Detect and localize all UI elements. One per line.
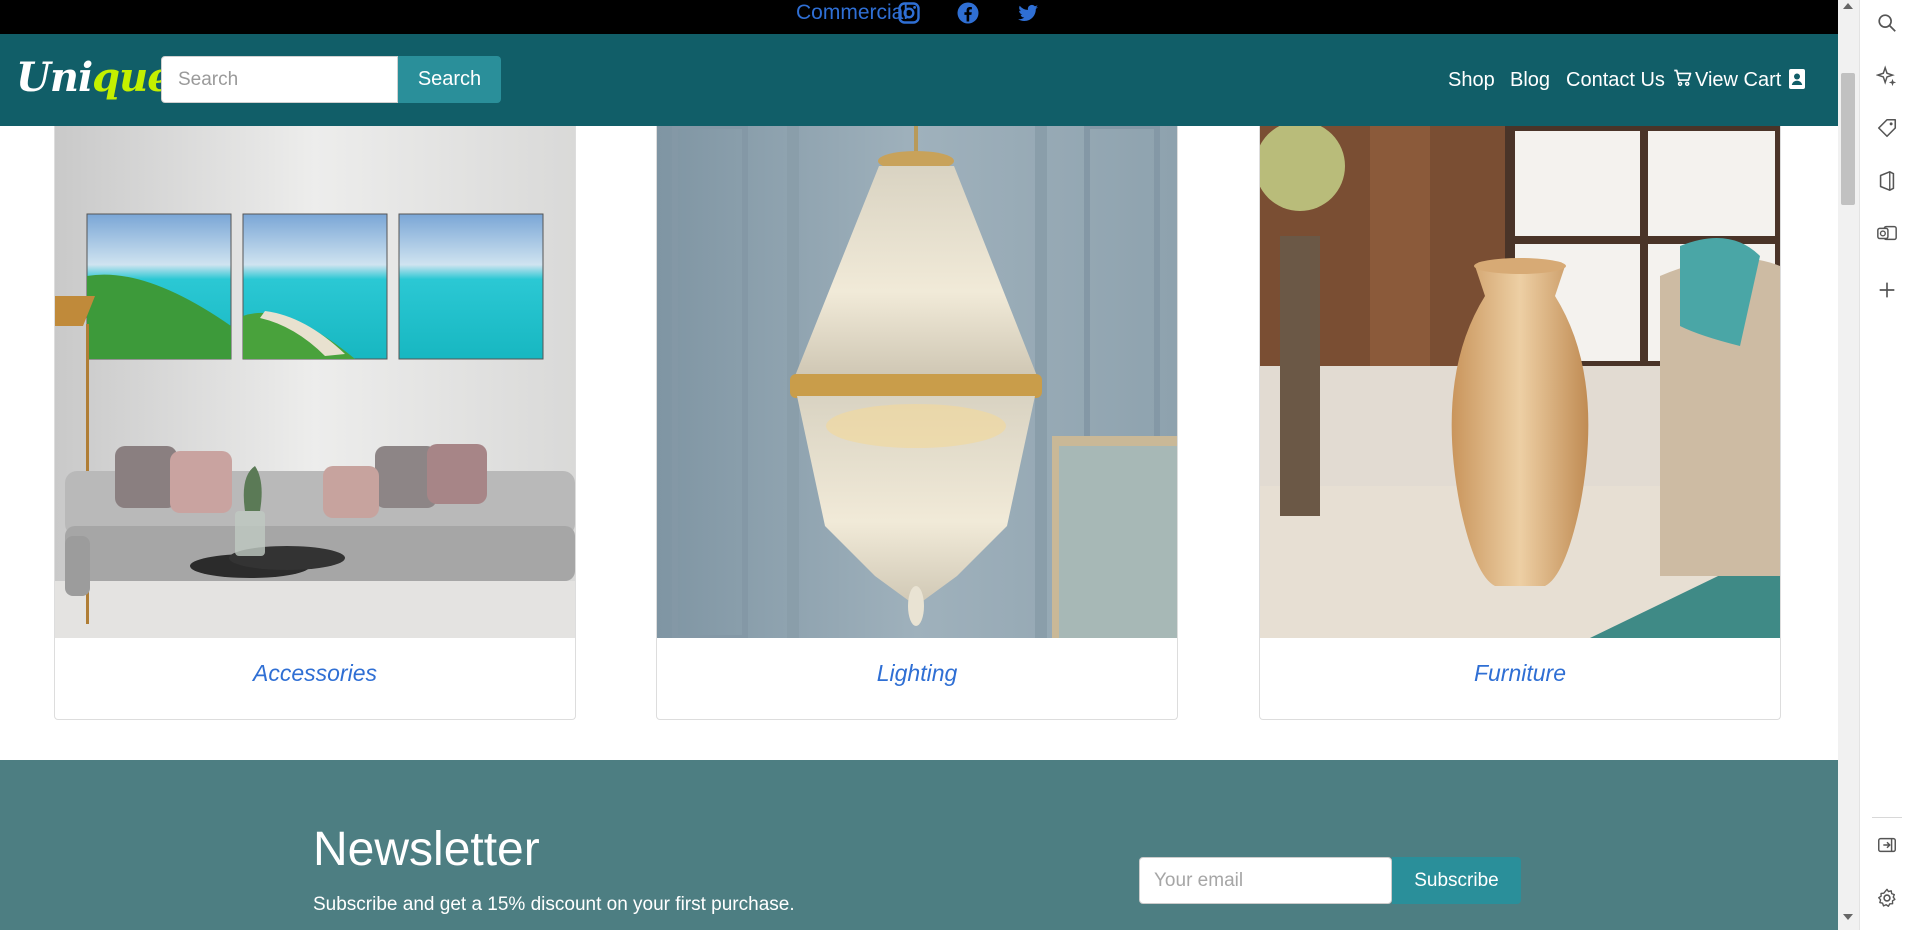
page-scrollbar[interactable] [1838,0,1859,930]
search-button[interactable]: Search [398,56,501,103]
scroll-down-arrow-icon[interactable] [1843,914,1853,920]
nav-contact-us[interactable]: Contact Us [1566,34,1665,126]
sidebar-toggle-icon[interactable] [1876,834,1898,856]
top-social-bar: Commercial [0,0,1838,34]
category-card-accessories[interactable]: Accessories [54,126,576,720]
newsletter-section: Newsletter Subscribe and get a 15% disco… [0,760,1838,930]
scroll-thumb[interactable] [1841,73,1855,205]
nav-view-cart[interactable]: View Cart [1673,34,1781,126]
crystal-chandelier-image[interactable] [657,126,1177,638]
search-input[interactable] [161,56,398,103]
facebook-icon[interactable] [955,1,981,25]
site-logo[interactable]: Unique. [16,54,186,101]
twitter-icon[interactable] [1015,1,1041,25]
living-room-wall-art-image[interactable] [55,126,575,638]
ceramic-vase-image[interactable] [1260,126,1780,638]
site-header: Unique. Search Shop Blog Contact Us View… [0,34,1838,126]
search-icon[interactable] [1876,12,1898,34]
instagram-icon[interactable] [896,1,922,25]
category-title[interactable]: Furniture [1260,638,1780,719]
browser-side-panel [1859,0,1912,930]
commercial-link[interactable]: Commercial [796,0,908,34]
account-icon[interactable] [1787,68,1807,90]
cart-icon [1674,69,1692,87]
category-card-furniture[interactable]: Furniture [1259,126,1781,720]
category-title[interactable]: Lighting [657,638,1177,719]
nav-blog[interactable]: Blog [1510,34,1550,126]
newsletter-description: Subscribe and get a 15% discount on your… [313,894,795,915]
side-panel-divider [1872,817,1902,818]
subscribe-button[interactable]: Subscribe [1392,857,1521,904]
tag-icon[interactable] [1876,117,1898,139]
newsletter-email-input[interactable] [1139,857,1392,904]
nav-shop[interactable]: Shop [1448,34,1495,126]
add-icon[interactable] [1876,279,1898,301]
category-title[interactable]: Accessories [55,638,575,719]
category-card-lighting[interactable]: Lighting [656,126,1178,720]
office-icon[interactable] [1876,170,1898,192]
newsletter-title: Newsletter [313,823,540,876]
copilot-sparkle-icon[interactable] [1876,65,1898,87]
settings-gear-icon[interactable] [1876,887,1898,909]
outlook-icon[interactable] [1876,222,1898,244]
scroll-up-arrow-icon[interactable] [1843,3,1853,9]
